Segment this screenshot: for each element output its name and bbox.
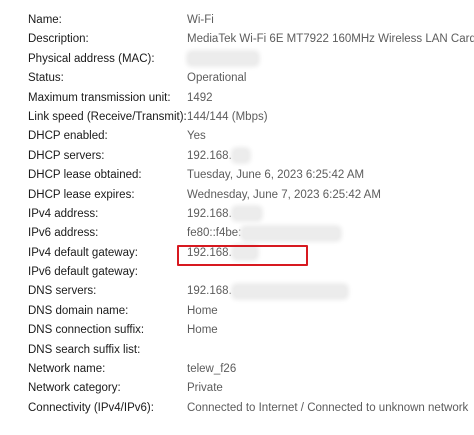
property-label: DNS servers: [28, 285, 97, 298]
property-label: Name: [28, 14, 62, 26]
property-label: IPv4 default gateway: [28, 246, 138, 259]
property-label: DNS connection suffix: [28, 324, 145, 337]
property-value-group: 192.168. [187, 282, 346, 301]
property-value[interactable]: MediaTek Wi-Fi 6E MT7922 160MHz Wireless… [187, 30, 474, 49]
property-row-dhcp-servers: DHCP servers: 192.168. [0, 147, 474, 166]
property-label: IPv6 default gateway: [28, 266, 138, 279]
property-label: Maximum transmission unit: [28, 91, 171, 104]
property-value[interactable]: Private [187, 379, 223, 398]
property-label: Status: [28, 72, 64, 85]
property-row-status: Status: Operational [0, 69, 474, 88]
property-row-lease-expires: DHCP lease expires: Wednesday, June 7, 2… [0, 186, 474, 205]
property-row-name: Name: Wi-Fi [0, 11, 474, 30]
property-label: DHCP lease obtained: [28, 169, 142, 182]
property-value[interactable]: Connected to Internet / Connected to unk… [187, 399, 468, 418]
redaction-blur [233, 150, 248, 162]
property-label: Network name: [28, 363, 106, 376]
property-row-description: Description: MediaTek Wi-Fi 6E MT7922 16… [0, 30, 474, 49]
property-row-dns-search-list: DNS search suffix list: [0, 341, 474, 360]
property-value[interactable]: Tuesday, June 6, 2023 6:25:42 AM [187, 166, 364, 185]
gateway-highlight-box [177, 245, 308, 266]
property-label: IPv6 address: [28, 227, 99, 240]
property-row-dns-servers: DNS servers: 192.168. [0, 282, 474, 301]
property-value[interactable]: 192.168. [187, 208, 232, 220]
property-value[interactable]: Home [187, 321, 218, 340]
property-value[interactable]: telew_f26 [187, 360, 236, 379]
redaction-blur [189, 53, 257, 65]
property-value-redacted [187, 50, 257, 69]
property-label: Network category: [28, 382, 121, 395]
redaction-blur [243, 227, 340, 239]
property-value[interactable]: Operational [187, 69, 246, 88]
redaction-blur [233, 208, 260, 220]
property-row-dns-suffix: DNS connection suffix: Home [0, 321, 474, 340]
property-value[interactable]: Wednesday, June 7, 2023 6:25:42 AM [187, 186, 381, 205]
property-row-lease-obtained: DHCP lease obtained: Tuesday, June 6, 20… [0, 166, 474, 185]
property-value[interactable]: 1492 [187, 89, 213, 108]
property-label: DNS search suffix list: [28, 343, 141, 356]
property-value[interactable]: 144/144 (Mbps) [187, 108, 268, 127]
property-row-mac: Physical address (MAC): [0, 50, 474, 69]
property-label: Link speed (Receive/Transmit): [28, 110, 187, 123]
property-label: DHCP enabled: [28, 130, 108, 143]
property-value[interactable]: 192.168. [187, 285, 232, 297]
property-value-group: 192.168. [187, 147, 248, 166]
property-label: IPv4 address: [28, 207, 99, 220]
property-label: DNS domain name: [28, 304, 129, 317]
property-row-dhcp-enabled: DHCP enabled: Yes [0, 127, 474, 146]
property-label: Connectivity (IPv4/IPv6): [28, 401, 154, 414]
property-row-mtu: Maximum transmission unit: 1492 [0, 89, 474, 108]
network-properties-list: Name: Wi-Fi Description: MediaTek Wi-Fi … [0, 11, 474, 418]
property-row-dns-domain: DNS domain name: Home [0, 302, 474, 321]
property-row-ipv6-address: IPv6 address: fe80::f4be: [0, 224, 474, 243]
property-value-group: fe80::f4be: [187, 224, 340, 243]
redaction-blur [233, 285, 346, 297]
property-value[interactable]: Wi-Fi [187, 11, 214, 30]
property-value[interactable]: fe80::f4be: [187, 227, 241, 239]
property-row-ipv4-address: IPv4 address: 192.168. [0, 205, 474, 224]
property-label: DHCP lease expires: [28, 188, 135, 201]
property-label: Physical address (MAC): [28, 52, 155, 65]
property-value[interactable]: Home [187, 302, 218, 321]
property-value-group: 192.168. [187, 205, 260, 224]
property-value[interactable]: Yes [187, 127, 206, 146]
property-value[interactable]: 192.168. [187, 150, 232, 162]
property-label: DHCP servers: [28, 149, 105, 162]
property-row-link-speed: Link speed (Receive/Transmit): 144/144 (… [0, 108, 474, 127]
property-row-network-category: Network category: Private [0, 379, 474, 398]
property-label: Description: [28, 33, 89, 46]
property-row-network-name: Network name: telew_f26 [0, 360, 474, 379]
property-row-connectivity: Connectivity (IPv4/IPv6): Connected to I… [0, 399, 474, 418]
